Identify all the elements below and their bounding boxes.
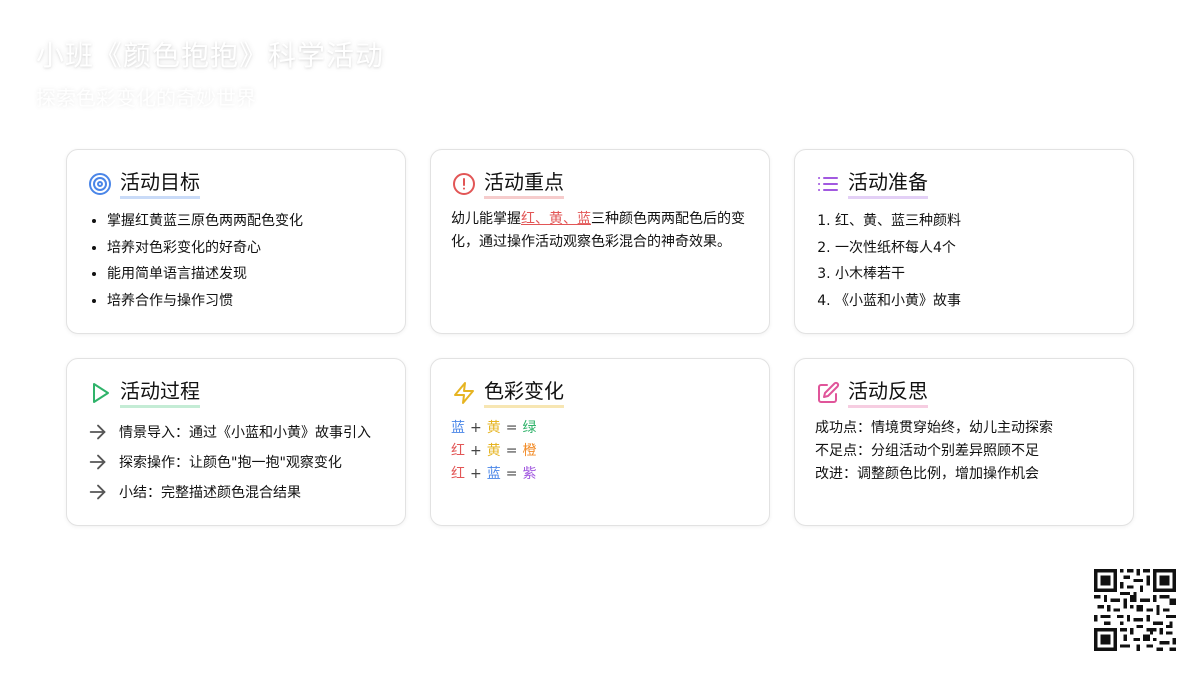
list-item: 掌握红黄蓝三原色两两配色变化 [107,208,385,235]
plus-sign: + [470,466,482,482]
color-b: 黄 [486,420,501,436]
lightning-icon [451,380,477,406]
color-mix-list: 蓝 + 黄 = 绿 红 + 黄 = 橙 红 + 蓝 = 紫 [451,417,749,486]
card-header: 活动反思 [815,377,1113,409]
color-b: 黄 [486,443,501,459]
list-item: 能用简单语言描述发现 [107,261,385,288]
goals-list: 掌握红黄蓝三原色两两配色变化 培养对色彩变化的好奇心 能用简单语言描述发现 培养… [87,208,385,314]
arrow-right-icon [87,421,113,443]
card-title: 活动目标 [120,169,200,199]
page-subtitle: 探索色彩变化的奇妙世界 [36,86,256,110]
list-item: 《小蓝和小黄》故事 [835,288,1113,315]
list-icon [815,171,841,197]
card-header: 活动重点 [451,168,749,200]
reflect-line: 改进：调整颜色比例，增加操作机会 [815,466,1039,482]
color-mix-row: 红 + 黄 = 橙 [451,440,749,463]
focus-text: 幼儿能掌握红、黄、蓝三种颜色两两配色后的变化，通过操作活动观察色彩混合的神奇效果… [451,208,749,254]
color-a: 蓝 [451,420,465,436]
list-item: 小结：完整描述颜色混合结果 [87,477,385,507]
target-icon [87,171,113,197]
process-steps: 情景导入：通过《小蓝和小黄》故事引入 探索操作：让颜色"抱一抱"观察变化 小结：… [87,417,385,507]
list-item: 培养合作与操作习惯 [107,288,385,315]
focus-highlight: 红、黄、蓝 [521,211,591,227]
step-text: 情景导入：通过《小蓝和小黄》故事引入 [119,425,371,441]
arrow-right-icon [87,451,113,473]
play-icon [87,380,113,406]
card-header: 活动准备 [815,168,1113,200]
card-header: 色彩变化 [451,377,749,409]
color-a: 红 [451,466,465,482]
color-b: 蓝 [486,466,501,482]
card-colors: 色彩变化 蓝 + 黄 = 绿 红 + 黄 = 橙 红 + 蓝 = 紫 [430,358,770,526]
card-title: 色彩变化 [484,378,564,408]
card-reflect: 活动反思 成功点：情境贯穿始终，幼儿主动探索 不足点：分组活动个别差异照顾不足 … [794,358,1134,526]
color-a: 红 [451,443,465,459]
card-title: 活动反思 [848,378,928,408]
list-item: 培养对色彩变化的好奇心 [107,235,385,262]
color-result: 橙 [522,443,537,459]
plus-sign: + [470,443,482,459]
card-goals: 活动目标 掌握红黄蓝三原色两两配色变化 培养对色彩变化的好奇心 能用简单语言描述… [66,149,406,334]
color-result: 绿 [522,420,537,436]
step-text: 探索操作：让颜色"抱一抱"观察变化 [119,455,342,471]
list-item: 一次性纸杯每人4个 [835,235,1113,262]
page-title: 小班《颜色抱抱》科学活动 [36,39,385,72]
card-process: 活动过程 情景导入：通过《小蓝和小黄》故事引入 探索操作：让颜色"抱一抱"观察变… [66,358,406,526]
color-mix-row: 蓝 + 黄 = 绿 [451,417,749,440]
alert-circle-icon [451,171,477,197]
card-title: 活动准备 [848,169,928,199]
color-mix-row: 红 + 蓝 = 紫 [451,463,749,486]
equals-sign: = [505,420,518,436]
reflect-text: 成功点：情境贯穿始终，幼儿主动探索 不足点：分组活动个别差异照顾不足 改进：调整… [815,417,1113,486]
card-title: 活动重点 [484,169,564,199]
focus-text-before: 幼儿能掌握 [451,211,521,227]
list-item: 情景导入：通过《小蓝和小黄》故事引入 [87,417,385,447]
list-item: 红、黄、蓝三种颜料 [835,208,1113,235]
card-prep: 活动准备 红、黄、蓝三种颜料 一次性纸杯每人4个 小木棒若干 《小蓝和小黄》故事 [794,149,1134,334]
plus-sign: + [470,420,482,436]
page: 小班《颜色抱抱》科学活动 探索色彩变化的奇妙世界 活动目标 掌握红黄蓝三原色两两… [0,0,1200,675]
list-item: 探索操作：让颜色"抱一抱"观察变化 [87,447,385,477]
color-result: 紫 [522,466,537,482]
edit-icon [815,380,841,406]
card-header: 活动过程 [87,377,385,409]
reflect-line: 不足点：分组活动个别差异照顾不足 [815,443,1039,459]
arrow-right-icon [87,481,113,503]
card-title: 活动过程 [120,378,200,408]
prep-list: 红、黄、蓝三种颜料 一次性纸杯每人4个 小木棒若干 《小蓝和小黄》故事 [815,208,1113,314]
card-header: 活动目标 [87,168,385,200]
step-text: 小结：完整描述颜色混合结果 [119,485,301,501]
reflect-line: 成功点：情境贯穿始终，幼儿主动探索 [815,420,1053,436]
qr-code-icon[interactable] [1094,569,1176,651]
list-item: 小木棒若干 [835,261,1113,288]
equals-sign: = [505,443,518,459]
equals-sign: = [505,466,518,482]
card-focus: 活动重点 幼儿能掌握红、黄、蓝三种颜色两两配色后的变化，通过操作活动观察色彩混合… [430,149,770,334]
